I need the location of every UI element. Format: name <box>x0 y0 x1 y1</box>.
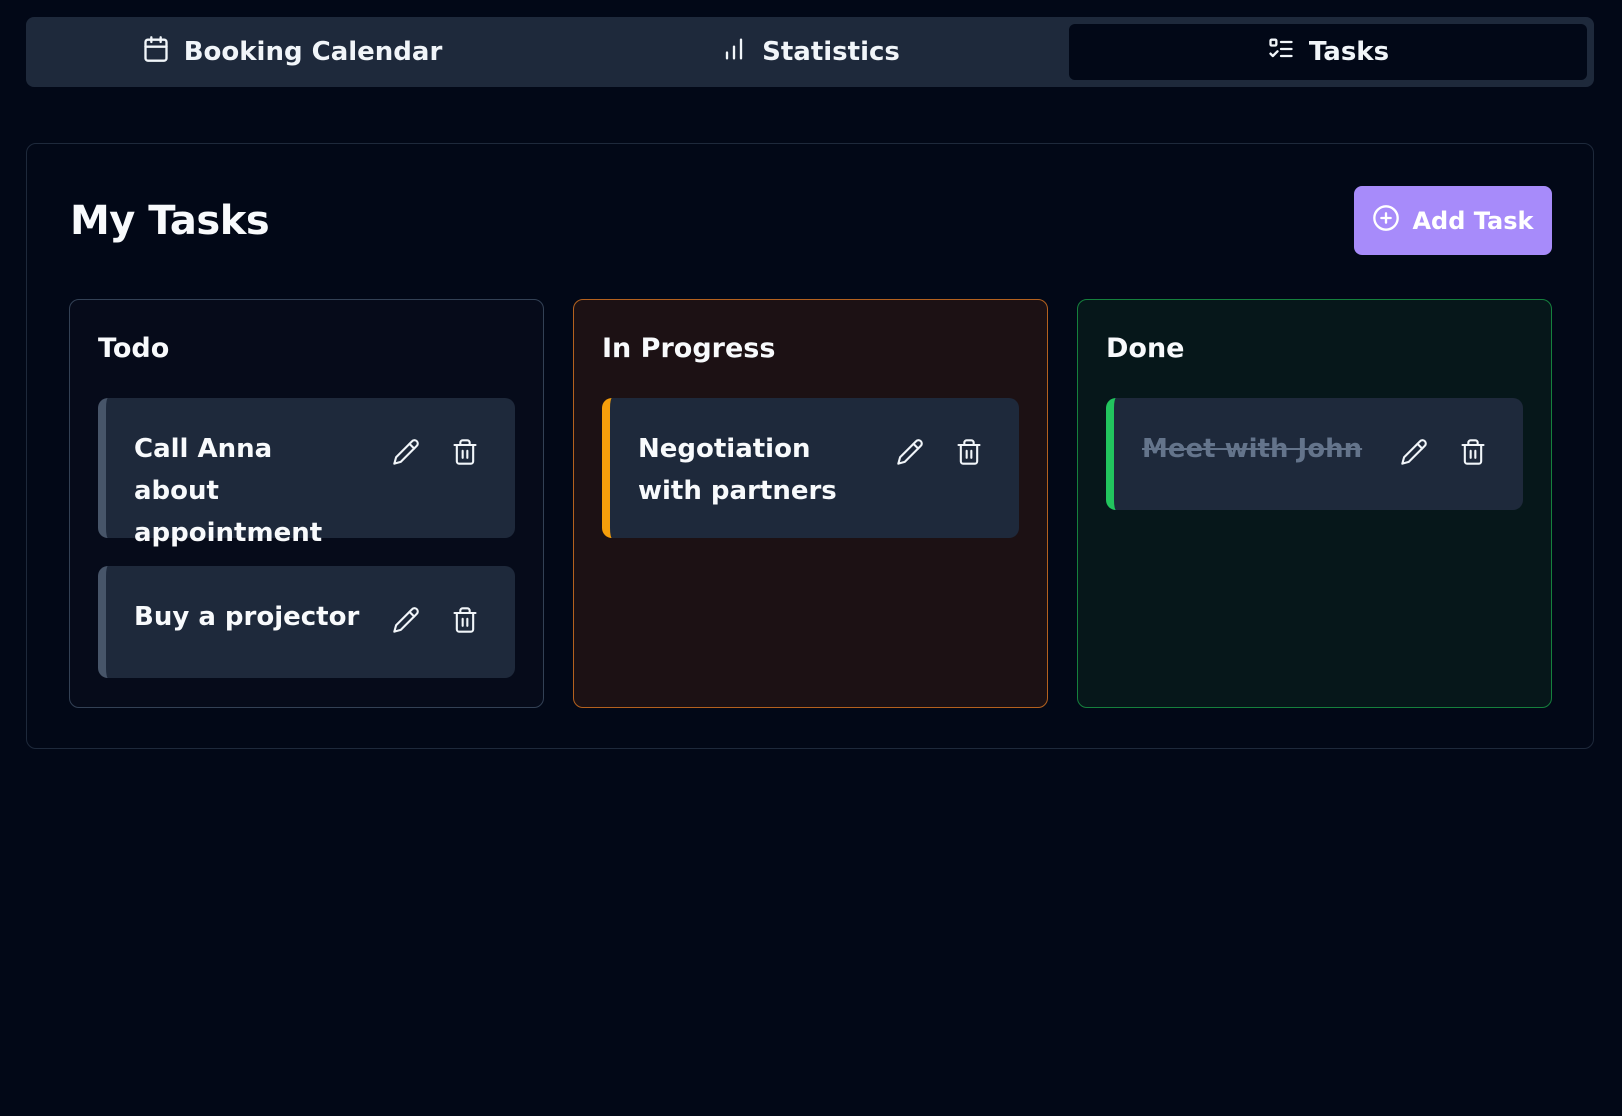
delete-button[interactable] <box>447 604 483 640</box>
task-card[interactable]: Negotiation with partners <box>602 398 1019 538</box>
task-text: Negotiation with partners <box>638 434 837 506</box>
calendar-icon <box>142 35 170 70</box>
tasks-panel: My Tasks Add Task Todo Call Anna about a… <box>26 143 1594 749</box>
pencil-icon <box>392 606 420 638</box>
column-done: Done Meet with John <box>1077 299 1552 708</box>
edit-button[interactable] <box>892 436 928 472</box>
delete-button[interactable] <box>951 436 987 472</box>
task-text: Meet with John <box>1142 434 1363 464</box>
trash-icon <box>451 438 479 470</box>
tab-label: Statistics <box>762 37 900 67</box>
tab-booking-calendar[interactable]: Booking Calendar <box>33 24 551 80</box>
edit-button[interactable] <box>1396 436 1432 472</box>
plus-circle-icon <box>1372 204 1400 238</box>
trash-icon <box>451 606 479 638</box>
column-title: Todo <box>98 333 170 364</box>
column-in-progress: In Progress Negotiation with partners <box>573 299 1048 708</box>
page-title: My Tasks <box>70 198 270 244</box>
task-text: Buy a projector <box>134 602 360 632</box>
delete-button[interactable] <box>1455 436 1491 472</box>
pencil-icon <box>1400 438 1428 470</box>
tab-label: Tasks <box>1308 37 1390 67</box>
pencil-icon <box>896 438 924 470</box>
trash-icon <box>1459 438 1487 470</box>
task-card[interactable]: Meet with John <box>1106 398 1523 510</box>
add-task-button[interactable]: Add Task <box>1354 186 1552 255</box>
task-card[interactable]: Call Anna about appointment <box>98 398 515 548</box>
trash-icon <box>955 438 983 470</box>
add-task-label: Add Task <box>1412 206 1534 235</box>
task-text: Call Anna about appointment <box>134 434 323 548</box>
tab-label: Booking Calendar <box>183 37 443 67</box>
bar-chart-icon <box>720 35 748 70</box>
task-card[interactable]: Buy a projector <box>98 566 515 678</box>
column-todo: Todo Call Anna about appointment Buy a p… <box>69 299 544 708</box>
column-title: In Progress <box>602 333 776 364</box>
column-title: Done <box>1106 333 1185 364</box>
tab-bar: Booking Calendar Statistics Tasks <box>26 17 1594 87</box>
edit-button[interactable] <box>388 604 424 640</box>
pencil-icon <box>392 438 420 470</box>
list-checks-icon <box>1267 35 1295 70</box>
tab-statistics[interactable]: Statistics <box>551 24 1069 80</box>
tab-tasks[interactable]: Tasks <box>1069 24 1587 80</box>
edit-button[interactable] <box>388 436 424 472</box>
delete-button[interactable] <box>447 436 483 472</box>
